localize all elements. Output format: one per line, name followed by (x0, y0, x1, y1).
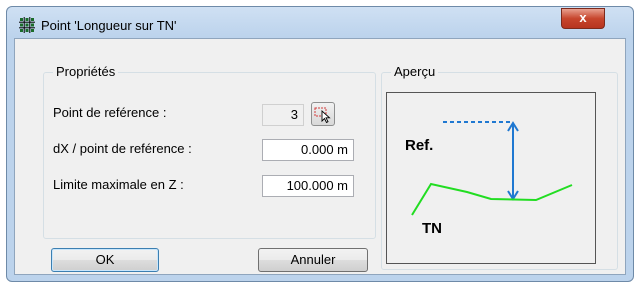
title-bar[interactable]: Point 'Longueur sur TN' x (7, 7, 633, 37)
tn-text: TN (422, 220, 442, 237)
ref-point-label: Point de reférence : (53, 105, 167, 120)
close-icon: x (579, 10, 587, 25)
terrain-line (411, 182, 573, 216)
grid-icon (19, 17, 35, 33)
close-button[interactable]: x (561, 8, 605, 29)
ref-point-field: 3 (262, 104, 304, 126)
properties-group: Propriétés Point de reférence : 3 dX / p… (43, 64, 376, 239)
dx-input[interactable]: 0.000 m (262, 139, 354, 161)
preview-canvas: Ref. TN (386, 92, 596, 264)
window-title: Point 'Longueur sur TN' (41, 18, 177, 33)
preview-drawing: Ref. TN (405, 121, 573, 237)
ok-button[interactable]: OK (51, 248, 159, 272)
pick-point-button[interactable] (311, 102, 335, 126)
cancel-button[interactable]: Annuler (258, 248, 368, 272)
properties-group-label: Propriétés (53, 64, 119, 79)
zmax-input[interactable]: 100.000 m (262, 175, 354, 197)
dx-label: dX / point de reférence : (53, 141, 192, 156)
ref-text: Ref. (405, 137, 433, 154)
zmax-label: Limite maximale en Z : (53, 177, 184, 192)
preview-group-label: Aperçu (391, 64, 439, 79)
pick-point-icon (314, 107, 331, 124)
